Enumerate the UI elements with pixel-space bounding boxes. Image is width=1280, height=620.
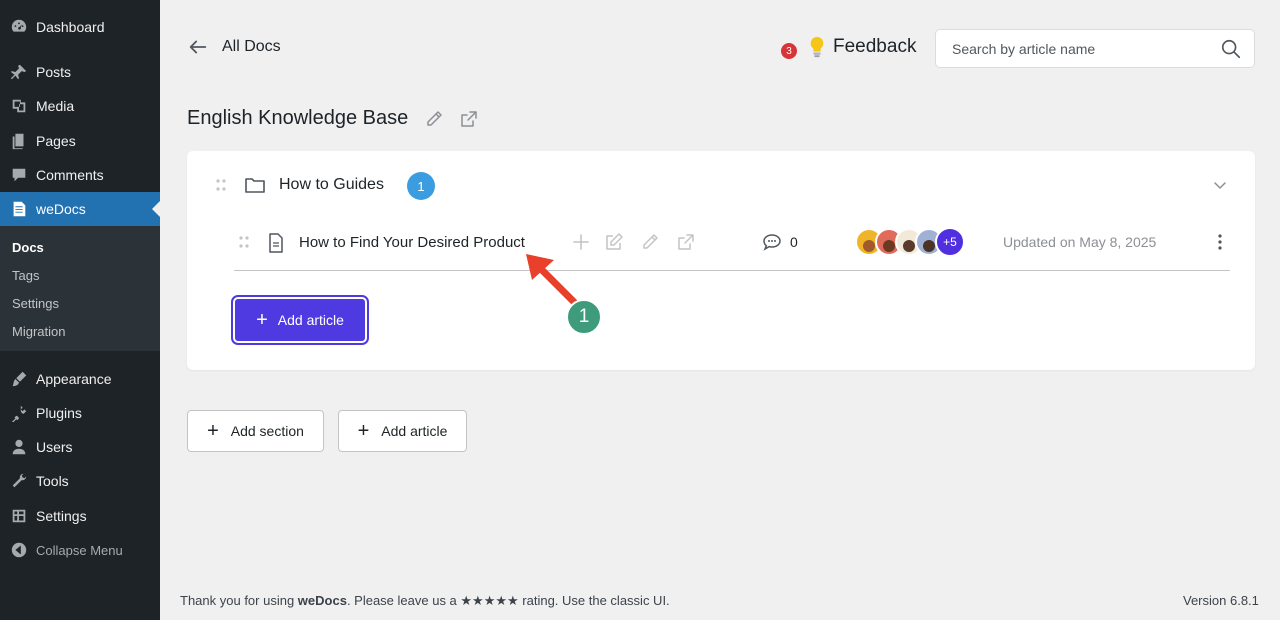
arrow-left-icon: [189, 40, 207, 54]
add-article-button[interactable]: + Add article: [231, 295, 369, 345]
sidebar-item-label: Comments: [36, 167, 104, 183]
external-link-icon[interactable]: [676, 232, 696, 252]
add-section-label: Add section: [230, 423, 304, 439]
footer-credit: Thank you for using weDocs. Please leave…: [180, 593, 670, 609]
sidebar-item-label: Posts: [36, 64, 72, 80]
article-title[interactable]: How to Find Your Desired Product: [299, 234, 525, 251]
sidebar-item-label: Collapse Menu: [36, 542, 123, 558]
section-title[interactable]: How to Guides: [279, 176, 384, 194]
dashboard-icon: [10, 18, 28, 36]
settings-icon: [10, 507, 28, 525]
external-link-icon[interactable]: [459, 109, 479, 129]
submenu-docs[interactable]: Docs: [12, 240, 44, 255]
more-contributors-badge[interactable]: +5: [935, 227, 965, 257]
search-input[interactable]: [952, 40, 1220, 57]
sidebar-item-media[interactable]: Media: [0, 89, 160, 123]
all-docs-link[interactable]: All Docs: [187, 36, 281, 58]
annotation-step-badge: 1: [566, 299, 602, 335]
chevron-down-icon[interactable]: [1213, 178, 1227, 192]
admin-sidebar: Dashboard Posts Media Pages Comments weD…: [0, 0, 160, 620]
edit-icon[interactable]: [604, 232, 624, 252]
media-icon: [10, 97, 28, 115]
comment-icon: [10, 166, 28, 184]
sidebar-item-tools[interactable]: Tools: [0, 464, 160, 498]
footer-brand-link[interactable]: weDocs: [298, 593, 347, 608]
version-label: Version 6.8.1: [1183, 593, 1259, 608]
submenu-settings[interactable]: Settings: [12, 296, 59, 311]
wrench-icon: [10, 472, 28, 490]
brush-icon: [10, 370, 28, 388]
updated-date: Updated on May 8, 2025: [1003, 234, 1157, 250]
pin-icon: [10, 63, 28, 81]
document-icon: [269, 233, 283, 253]
plus-icon: +: [256, 309, 268, 331]
add-article-button-secondary[interactable]: + Add article: [338, 410, 467, 452]
all-docs-label: All Docs: [222, 38, 281, 55]
sidebar-item-appearance[interactable]: Appearance: [0, 362, 160, 396]
submenu-tags[interactable]: Tags: [12, 268, 39, 283]
feedback-label: Feedback: [833, 36, 917, 57]
page-title: English Knowledge Base: [187, 107, 409, 129]
sidebar-item-label: Dashboard: [36, 19, 105, 35]
pencil-icon[interactable]: [640, 232, 660, 252]
sidebar-item-users[interactable]: Users: [0, 430, 160, 464]
sidebar-item-label: Appearance: [36, 371, 112, 387]
feedback-button[interactable]: Feedback: [808, 36, 916, 58]
folder-icon: [245, 178, 265, 193]
add-section-button[interactable]: + Add section: [187, 410, 324, 452]
more-vertical-icon[interactable]: [1212, 233, 1228, 251]
sidebar-item-label: Settings: [36, 508, 87, 524]
comment-count: 0: [790, 234, 798, 250]
sidebar-item-label: Tools: [36, 473, 69, 489]
sidebar-item-label: Plugins: [36, 405, 82, 421]
sidebar-item-label: Users: [36, 439, 73, 455]
sidebar-item-wedocs[interactable]: weDocs: [0, 192, 160, 226]
article-count-badge: 1: [407, 172, 435, 200]
search-icon[interactable]: [1220, 38, 1242, 60]
plus-icon: +: [357, 420, 370, 442]
sidebar-item-label: Pages: [36, 133, 76, 149]
wedocs-submenu: Docs Tags Settings Migration: [0, 226, 160, 351]
plug-icon: [10, 404, 28, 422]
user-icon: [10, 438, 28, 456]
sidebar-item-label: weDocs: [36, 201, 86, 217]
add-article-label: Add article: [277, 312, 344, 328]
footer-suffix: . Please leave us a ★★★★★ rating. Use th…: [346, 593, 670, 608]
drag-handle-icon[interactable]: [238, 235, 250, 249]
edit-pencil-icon[interactable]: [424, 109, 444, 129]
add-article-label: Add article: [381, 423, 448, 439]
footer-prefix: Thank you for using: [180, 593, 298, 608]
plus-icon: +: [207, 420, 219, 442]
add-icon[interactable]: [571, 232, 591, 252]
collapse-menu-button[interactable]: Collapse Menu: [0, 533, 160, 567]
collapse-icon: [10, 541, 28, 559]
pages-icon: [10, 132, 28, 150]
sidebar-item-pages[interactable]: Pages: [0, 124, 160, 158]
section-card: How to Guides 1 How to Find Your Desired…: [187, 151, 1255, 370]
sidebar-item-dashboard[interactable]: Dashboard: [0, 10, 160, 44]
article-search[interactable]: [935, 29, 1255, 68]
sidebar-item-plugins[interactable]: Plugins: [0, 396, 160, 430]
notification-badge: 3: [781, 43, 797, 59]
submenu-migration[interactable]: Migration: [12, 324, 65, 339]
article-row: How to Find Your Desired Product 0 +5 Up…: [234, 217, 1230, 271]
sidebar-item-settings[interactable]: Settings: [0, 499, 160, 533]
drag-handle-icon[interactable]: [215, 178, 227, 192]
sidebar-item-comments[interactable]: Comments: [0, 158, 160, 192]
docs-icon: [10, 200, 28, 218]
comment-icon[interactable]: [762, 232, 782, 252]
lightbulb-icon: [810, 36, 824, 58]
sidebar-item-posts[interactable]: Posts: [0, 55, 160, 89]
sidebar-item-label: Media: [36, 98, 75, 114]
